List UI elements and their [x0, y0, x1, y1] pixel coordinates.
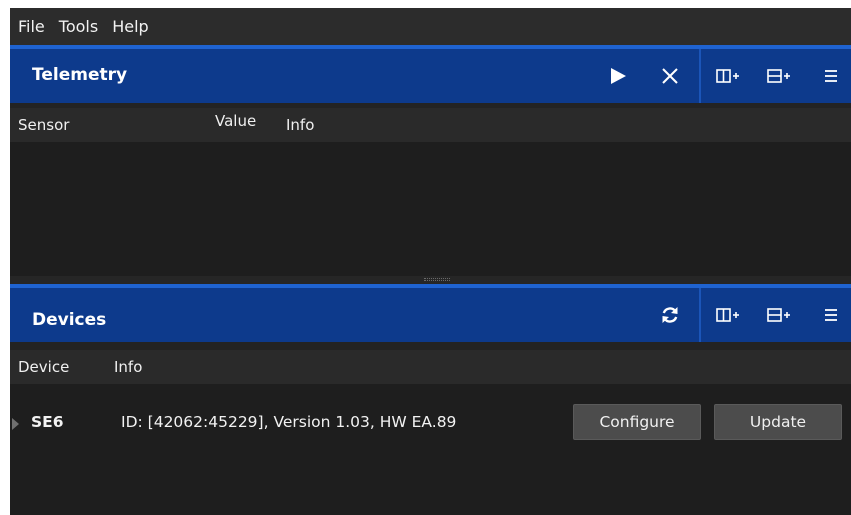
refresh-icon	[662, 307, 678, 323]
play-button[interactable]	[598, 49, 638, 103]
app-window: File Tools Help Telemetry Sensor Value I…	[10, 8, 851, 515]
panel-splitter[interactable]	[10, 276, 851, 284]
refresh-button[interactable]	[650, 288, 690, 342]
devices-title: Devices	[32, 310, 107, 330]
split-horizontal-icon	[716, 308, 739, 322]
split-horizontal-icon	[716, 69, 739, 83]
configure-button[interactable]: Configure	[573, 404, 701, 440]
titlebar-separator	[699, 49, 701, 103]
play-icon	[611, 68, 626, 84]
titlebar-separator	[699, 288, 701, 342]
menu-file[interactable]: File	[18, 17, 45, 36]
split-vertical-icon	[767, 69, 790, 83]
hamburger-menu-icon	[825, 309, 837, 321]
menu-help[interactable]: Help	[112, 17, 148, 36]
split-vertical-button[interactable]	[759, 288, 799, 342]
splitter-grip-icon	[424, 278, 450, 281]
telemetry-title: Telemetry	[32, 65, 128, 85]
hamburger-menu-icon	[825, 70, 837, 82]
menu-tools[interactable]: Tools	[59, 17, 98, 36]
column-info[interactable]: Info	[114, 358, 142, 376]
split-horizontal-button[interactable]	[708, 288, 748, 342]
devices-column-header: Device Info	[10, 350, 851, 384]
menu-bar: File Tools Help	[10, 8, 851, 45]
split-vertical-button[interactable]	[759, 49, 799, 103]
update-button[interactable]: Update	[714, 404, 842, 440]
device-info: ID: [42062:45229], Version 1.03, HW EA.8…	[121, 413, 457, 431]
column-device[interactable]: Device	[18, 358, 69, 376]
column-value[interactable]: Value	[215, 112, 256, 130]
telemetry-titlebar: Telemetry	[10, 45, 851, 103]
panel-menu-button[interactable]	[811, 49, 851, 103]
telemetry-list[interactable]	[10, 142, 851, 276]
column-sensor[interactable]: Sensor	[18, 116, 69, 134]
split-horizontal-button[interactable]	[708, 49, 748, 103]
close-icon	[662, 68, 678, 84]
expand-arrow-icon[interactable]	[12, 418, 19, 430]
panel-menu-button[interactable]	[811, 288, 851, 342]
telemetry-column-header: Sensor Value Info	[10, 108, 851, 142]
split-vertical-icon	[767, 308, 790, 322]
stop-button[interactable]	[650, 49, 690, 103]
column-info[interactable]: Info	[286, 116, 314, 134]
devices-titlebar: Devices	[10, 284, 851, 342]
device-name: SE6	[31, 413, 64, 431]
